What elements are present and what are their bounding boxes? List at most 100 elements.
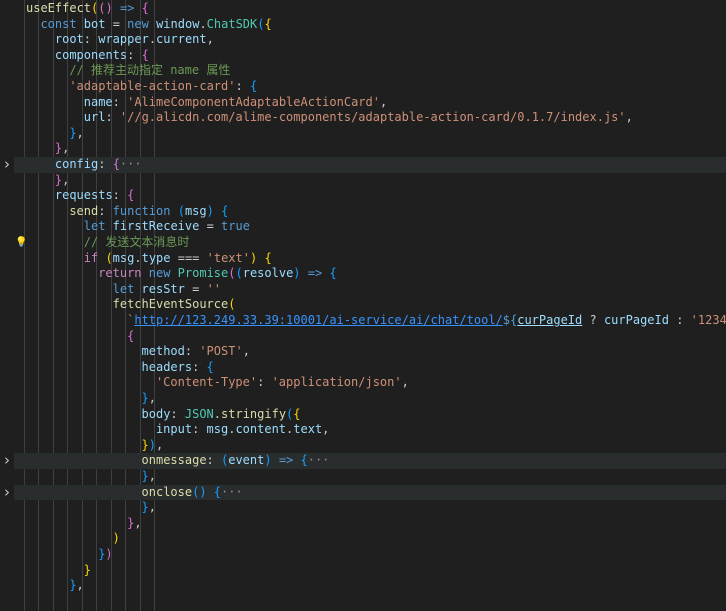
- code-line[interactable]: send: function (msg) {: [14, 204, 726, 220]
- code-token: return: [98, 266, 149, 281]
- code-line[interactable]: onmessage: (event) => {···: [14, 453, 726, 469]
- code-line[interactable]: const bot = new window.ChatSDK({: [14, 17, 726, 33]
- code-line[interactable]: },: [14, 141, 726, 157]
- code-token: wrapper: [98, 32, 149, 47]
- code-line[interactable]: input: msg.content.text,: [14, 422, 726, 438]
- code-line[interactable]: 'Content-Type': 'application/json',: [14, 375, 726, 391]
- code-line[interactable]: // 发送文本消息时: [14, 235, 726, 251]
- code-line[interactable]: let resStr = '': [14, 282, 726, 298]
- code-line[interactable]: root: wrapper.current,: [14, 32, 726, 48]
- code-line[interactable]: }: [14, 563, 726, 579]
- fold-ellipsis[interactable]: ···: [308, 453, 330, 467]
- code-token: 'POST': [199, 344, 243, 359]
- code-token: =>: [112, 1, 142, 15]
- code-token: =: [105, 16, 128, 31]
- fold-ellipsis[interactable]: ···: [120, 157, 142, 171]
- code-token: true: [221, 219, 250, 234]
- code-token: window: [156, 16, 200, 31]
- code-line[interactable]: if (msg.type === 'text') {: [14, 251, 726, 267]
- code-line[interactable]: config: {···: [14, 157, 726, 173]
- code-token: {: [329, 266, 337, 281]
- code-token: 'application/json': [271, 375, 402, 390]
- code-line[interactable]: },: [14, 391, 726, 407]
- code-token: {: [293, 406, 301, 421]
- code-token: ${: [502, 313, 518, 327]
- code-token: ,: [206, 32, 214, 47]
- code-line[interactable]: },: [14, 173, 726, 189]
- code-token: useEffect: [26, 1, 92, 15]
- code-line[interactable]: ): [14, 531, 726, 547]
- code-line[interactable]: // 推荐主动指定 name 属性: [14, 63, 726, 79]
- code-line[interactable]: components: {: [14, 48, 726, 64]
- code-line[interactable]: },: [14, 578, 726, 594]
- code-line[interactable]: let firstReceive = true: [14, 219, 726, 235]
- code-token: :: [257, 375, 272, 390]
- code-line[interactable]: },: [14, 126, 726, 142]
- code-token: ): [206, 203, 214, 218]
- code-token: content: [235, 422, 287, 437]
- code-token: 'AlimeComponentAdaptableActionCard': [127, 94, 380, 109]
- code-line[interactable]: }),: [14, 438, 726, 454]
- code-line[interactable]: return new Promise((resolve) => {: [14, 266, 726, 282]
- code-token: ,: [76, 125, 84, 140]
- code-token: }: [141, 469, 149, 483]
- code-token: ): [264, 453, 272, 468]
- code-line[interactable]: }): [14, 547, 726, 563]
- code-token: JSON: [184, 406, 214, 421]
- lightbulb-icon[interactable]: 💡: [15, 235, 27, 251]
- code-editor[interactable]: useEffect(() => {const bot = new window.…: [0, 0, 726, 611]
- code-line[interactable]: },: [14, 500, 726, 516]
- code-token: input: [155, 422, 193, 437]
- code-token: ): [148, 437, 156, 452]
- code-token: config: [54, 157, 99, 171]
- code-token: =>: [271, 453, 301, 468]
- code-token: {: [206, 359, 214, 374]
- code-token: (: [105, 250, 113, 265]
- code-token: ,: [62, 172, 70, 187]
- code-line[interactable]: body: JSON.stringify({: [14, 407, 726, 423]
- editor-gutter[interactable]: [0, 0, 14, 611]
- code-token: (): [192, 484, 207, 499]
- code-token: :: [235, 79, 250, 93]
- code-token: event: [228, 453, 265, 468]
- code-line[interactable]: useEffect(() => {: [14, 1, 726, 17]
- code-token: msg: [112, 250, 135, 265]
- code-line[interactable]: },: [14, 516, 726, 532]
- code-token: ,: [148, 500, 156, 515]
- code-token: :: [98, 203, 113, 218]
- code-line[interactable]: headers: {: [14, 360, 726, 376]
- code-token: {: [141, 47, 149, 62]
- code-line[interactable]: requests: {: [14, 188, 726, 204]
- code-line[interactable]: method: 'POST',: [14, 344, 726, 360]
- code-token: curPageId: [603, 313, 669, 327]
- fold-chevron-icon[interactable]: ›: [1, 453, 13, 469]
- code-token: {: [221, 203, 229, 218]
- code-token: let: [112, 281, 142, 296]
- code-line[interactable]: {: [14, 329, 726, 345]
- code-line[interactable]: name: 'AlimeComponentAdaptableActionCard…: [14, 95, 726, 111]
- code-token: ): [293, 266, 301, 281]
- code-token: }: [69, 578, 77, 593]
- code-token: }: [69, 125, 77, 140]
- code-token: :: [127, 47, 142, 62]
- fold-ellipsis[interactable]: ···: [221, 485, 243, 499]
- code-line[interactable]: fetchEventSource(: [14, 297, 726, 313]
- code-token: {: [141, 1, 149, 15]
- code-line[interactable]: url: '//g.alicdn.com/alime-components/ad…: [14, 110, 726, 126]
- code-token: =>: [300, 266, 330, 281]
- code-token: ,: [134, 515, 142, 530]
- code-token: =: [184, 281, 207, 296]
- code-token: stringify: [221, 406, 287, 421]
- code-token: components: [54, 47, 128, 62]
- code-area[interactable]: useEffect(() => {const bot = new window.…: [14, 0, 726, 611]
- code-token: ,: [148, 391, 156, 405]
- fold-chevron-icon[interactable]: ›: [1, 484, 13, 501]
- code-line[interactable]: 'adaptable-action-card': {: [14, 79, 726, 95]
- code-line[interactable]: onclose() {···: [14, 484, 726, 501]
- code-token: fetchEventSource: [112, 297, 229, 312]
- code-line[interactable]: },: [14, 469, 726, 485]
- code-token: ): [112, 531, 120, 546]
- code-line[interactable]: `http://123.249.33.39:10001/ai-service/a…: [14, 313, 726, 329]
- code-token: :: [83, 32, 99, 47]
- fold-chevron-icon[interactable]: ›: [1, 156, 13, 173]
